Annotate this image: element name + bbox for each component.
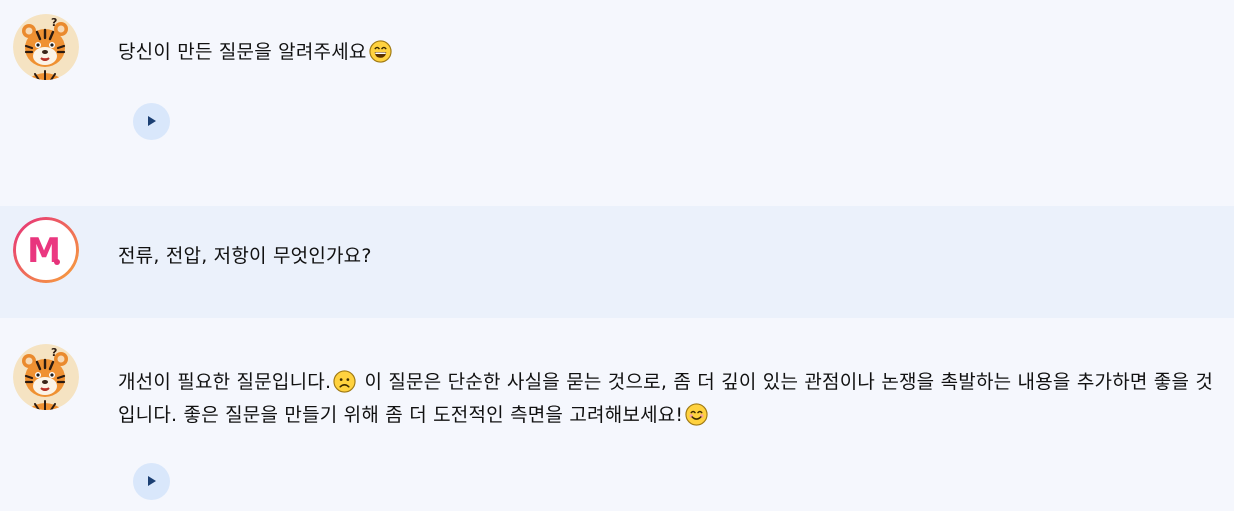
user-avatar: M [13,217,79,283]
bot-message: ? 당신이 만든 질문을 알려주세요 [0,0,1234,206]
play-audio-button[interactable] [133,463,170,500]
message-text-part1: 개선이 필요한 질문입니다. [118,371,332,393]
tiger-avatar: ? [13,344,79,410]
play-audio-button[interactable] [133,103,170,140]
play-icon [148,116,156,126]
svg-text:?: ? [51,16,57,29]
message-text: 전류, 전압, 저항이 무엇인가요? [118,245,372,267]
smiling-face-emoji-icon [685,403,708,426]
grinning-face-emoji-icon [368,40,392,63]
message-text: 당신이 만든 질문을 알려주세요 [118,36,1218,69]
sad-face-emoji-icon [333,370,356,393]
message-text-content: 당신이 만든 질문을 알려주세요 [118,41,367,63]
play-icon [148,476,156,486]
svg-text:?: ? [51,346,57,359]
bot-message: ? 개선이 필요한 질문입니다. 이 질문은 단순한 사실을 묻는 것으로, 좀… [0,318,1234,511]
user-message: M 전류, 전압, 저항이 무엇인가요? [0,206,1234,318]
tiger-avatar: ? [13,14,79,80]
avatar-letter: M [27,231,61,271]
chat-transcript: ? 당신이 만든 질문을 알려주세요 M 전류, 전압, 저항이 무엇인가요? … [0,0,1234,511]
message-text: 개선이 필요한 질문입니다. 이 질문은 단순한 사실을 묻는 것으로, 좀 더… [118,366,1218,432]
